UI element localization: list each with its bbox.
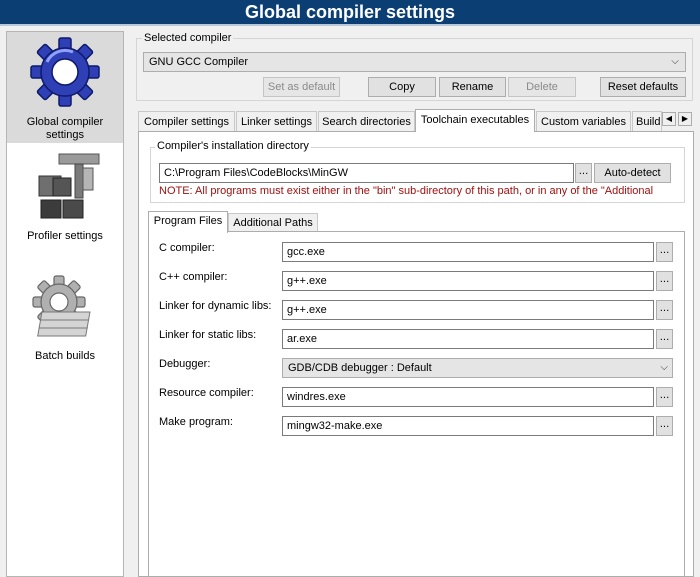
sidebar-item-label: Batch builds xyxy=(35,350,95,362)
install-dir-browse-button[interactable]: ... xyxy=(575,163,592,183)
tab-search-directories[interactable]: Search directories xyxy=(318,111,415,132)
static-linker-browse-button[interactable]: ... xyxy=(656,329,673,349)
tab-toolchain-executables[interactable]: Toolchain executables xyxy=(415,109,535,132)
cpp-compiler-browse-button[interactable]: ... xyxy=(656,271,673,291)
resource-compiler-browse-button[interactable]: ... xyxy=(656,387,673,407)
sidebar-item-label: Profiler settings xyxy=(27,230,103,242)
rename-button[interactable]: Rename xyxy=(439,77,506,97)
dynamic-linker-label: Linker for dynamic libs: xyxy=(159,300,272,312)
compiler-combo-value: GNU GCC Compiler xyxy=(149,56,249,68)
install-dir-title: Compiler's installation directory xyxy=(155,140,311,152)
c-compiler-input[interactable]: gcc.exe xyxy=(282,242,654,262)
compiler-combo[interactable]: GNU GCC Compiler ⌵ xyxy=(143,52,686,72)
resource-compiler-label: Resource compiler: xyxy=(159,387,254,399)
profiler-icon xyxy=(38,153,100,219)
static-linker-input[interactable]: ar.exe xyxy=(282,329,654,349)
tab-custom-variables[interactable]: Custom variables xyxy=(536,111,631,132)
c-compiler-browse-button[interactable]: ... xyxy=(656,242,673,262)
tab-scroll-left-icon[interactable]: ◀ xyxy=(662,112,676,126)
auto-detect-button[interactable]: Auto-detect xyxy=(594,163,671,183)
tab-build[interactable]: Build xyxy=(632,111,662,132)
settings-sidebar: Global compiler settings Profiler settin… xyxy=(6,31,124,577)
sidebar-item-label: Global compiler settings xyxy=(26,116,104,141)
batch-gear-icon xyxy=(32,275,91,337)
delete-button[interactable]: Delete xyxy=(508,77,576,97)
chevron-down-icon: ⌵ xyxy=(660,362,668,373)
window-title: Global compiler settings xyxy=(0,0,700,24)
copy-button[interactable]: Copy xyxy=(368,77,436,97)
subtab-program-files[interactable]: Program Files xyxy=(148,211,228,233)
debugger-select[interactable]: GDB/CDB debugger : Default ⌵ xyxy=(282,358,673,378)
chevron-down-icon: ⌵ xyxy=(671,56,679,67)
sidebar-item-profiler[interactable]: Profiler settings xyxy=(7,144,123,254)
cpp-compiler-label: C++ compiler: xyxy=(159,271,228,283)
gear-icon xyxy=(30,37,100,107)
tab-compiler-settings[interactable]: Compiler settings xyxy=(138,111,235,132)
install-dir-note: NOTE: All programs must exist either in … xyxy=(159,185,654,197)
make-program-input[interactable]: mingw32-make.exe xyxy=(282,416,654,436)
tab-scroll-right-icon[interactable]: ▶ xyxy=(678,112,692,126)
tab-linker-settings[interactable]: Linker settings xyxy=(236,111,317,132)
make-program-label: Make program: xyxy=(159,416,233,428)
title-separator xyxy=(0,24,700,26)
debugger-label: Debugger: xyxy=(159,358,211,370)
resource-compiler-input[interactable]: windres.exe xyxy=(282,387,654,407)
c-compiler-label: C compiler: xyxy=(159,242,215,254)
dynamic-linker-browse-button[interactable]: ... xyxy=(656,300,673,320)
set-as-default-button[interactable]: Set as default xyxy=(263,77,340,97)
make-program-browse-button[interactable]: ... xyxy=(656,416,673,436)
debugger-select-value: GDB/CDB debugger : Default xyxy=(288,362,432,374)
reset-defaults-button[interactable]: Reset defaults xyxy=(600,77,686,97)
cpp-compiler-input[interactable]: g++.exe xyxy=(282,271,654,291)
dynamic-linker-input[interactable]: g++.exe xyxy=(282,300,654,320)
install-dir-input[interactable]: C:\Program Files\CodeBlocks\MinGW xyxy=(159,163,574,183)
sidebar-item-global-compiler[interactable]: Global compiler settings xyxy=(7,32,123,143)
sidebar-item-batch-builds[interactable]: Batch builds xyxy=(7,258,123,368)
static-linker-label: Linker for static libs: xyxy=(159,329,257,341)
subtab-additional-paths[interactable]: Additional Paths xyxy=(228,213,318,233)
selected-compiler-title: Selected compiler xyxy=(142,32,234,44)
